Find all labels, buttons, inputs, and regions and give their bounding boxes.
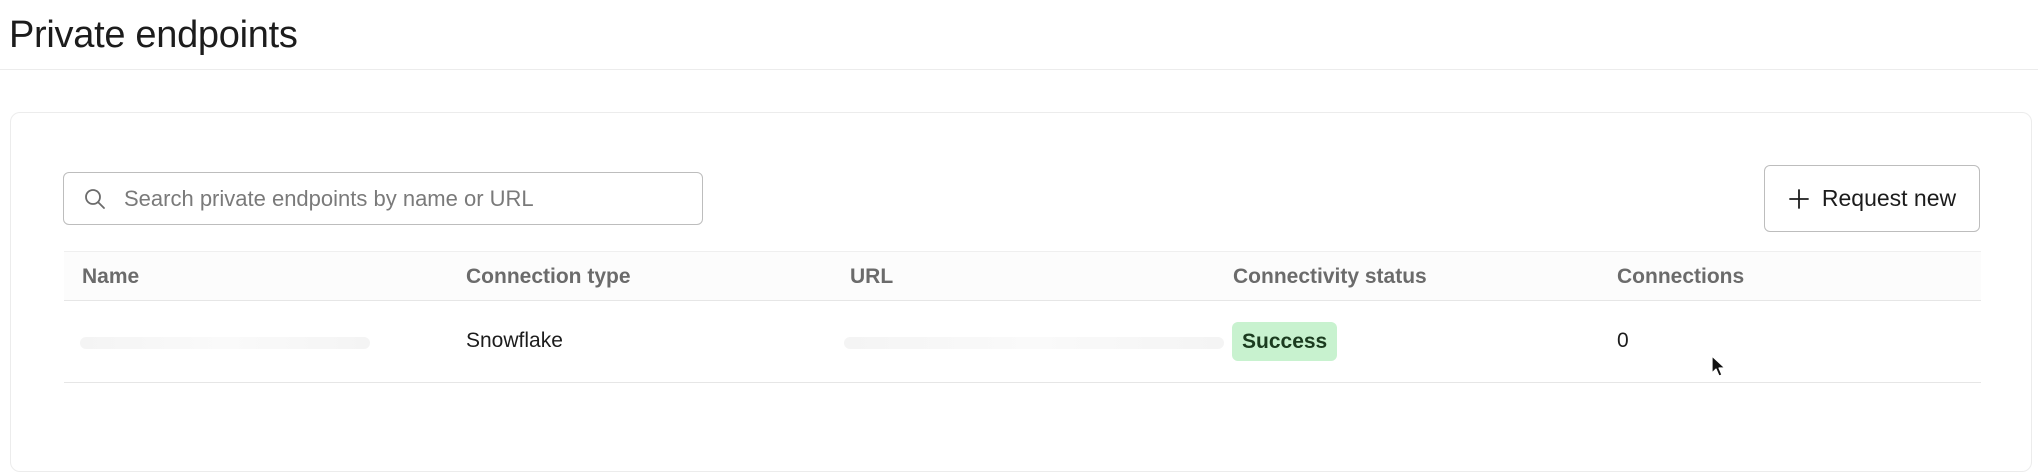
table-header: Name Connection type URL Connectivity st… (64, 251, 1981, 301)
column-header-connections[interactable]: Connections (1617, 252, 1744, 302)
connections-cell: 0 (1617, 329, 1629, 352)
connection-type-cell: Snowflake (466, 329, 563, 352)
column-header-name[interactable]: Name (82, 252, 139, 302)
request-new-button[interactable]: Request new (1764, 165, 1980, 232)
status-badge: Success (1232, 322, 1338, 361)
column-header-connectivity-status[interactable]: Connectivity status (1233, 252, 1427, 302)
table-row[interactable]: Snowflake Success 0 (64, 301, 1981, 383)
endpoint-url-cell (844, 337, 1224, 349)
endpoints-table: Name Connection type URL Connectivity st… (64, 251, 1981, 383)
column-header-url[interactable]: URL (850, 252, 893, 302)
page-header: Private endpoints (0, 0, 2038, 70)
search-box[interactable] (63, 172, 703, 225)
endpoint-name-cell (80, 337, 370, 349)
plus-icon (1788, 188, 1810, 210)
column-header-connection-type[interactable]: Connection type (466, 252, 631, 302)
search-input[interactable] (122, 184, 686, 213)
request-new-label: Request new (1821, 185, 1957, 211)
mouse-pointer-icon (1710, 354, 1728, 378)
search-icon (82, 186, 108, 212)
page-title: Private endpoints (9, 14, 298, 56)
